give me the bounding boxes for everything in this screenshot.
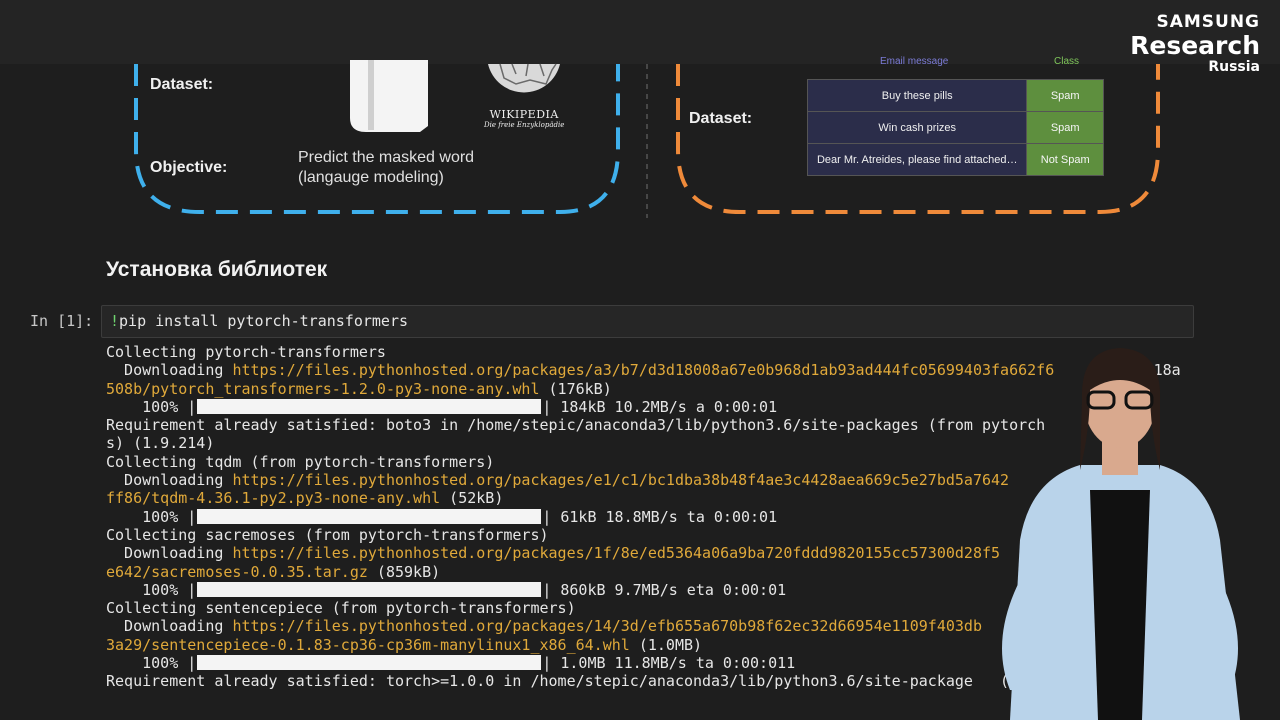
dataset-label-right: Dataset: [689, 110, 753, 127]
message-cell: Win cash prizes [806, 111, 1028, 144]
package-link[interactable]: 3a29/sentencepiece-0.1.83-cp36-cp36m-man… [106, 636, 630, 654]
section-heading: Установка библиотек [106, 258, 328, 281]
dataset-label-left: Dataset: [150, 76, 214, 93]
presenter-image [1002, 348, 1240, 720]
package-link[interactable]: 508b/pytorch_transformers-1.2.0-py3-none… [106, 380, 539, 398]
objective-text: Predict the masked word (langauge modeli… [298, 149, 475, 186]
package-link[interactable]: https://files.pythonhosted.org/packages/… [232, 361, 1054, 379]
progress-bar [197, 508, 542, 524]
class-cell: Spam [1026, 79, 1104, 112]
message-cell: Dear Mr. Atreides, please find attached… [806, 143, 1028, 176]
progress-bar [197, 581, 542, 597]
code-cell[interactable]: !pip install pytorch-transformers [101, 305, 1194, 338]
message-cell: Buy these pills [806, 79, 1028, 112]
progress-bar [197, 655, 542, 671]
class-header: Class [1054, 56, 1080, 67]
code-cell-input[interactable]: !pip install pytorch-transformers [110, 312, 408, 330]
wikipedia-logo: WIKIPEDIA Die freie Enzyklopädie [484, 108, 565, 129]
class-cell: Spam [1026, 111, 1104, 144]
package-link[interactable]: e642/sacremoses-0.0.35.tar.gz [106, 563, 368, 581]
table-row: Buy these pills Spam [806, 79, 1104, 112]
package-link[interactable]: https://files.pythonhosted.org/packages/… [232, 544, 1000, 562]
package-link[interactable]: https://files.pythonhosted.org/packages/… [232, 471, 1009, 489]
book-icon [350, 60, 428, 132]
table-row: Win cash prizes Spam [806, 111, 1104, 144]
cell-prompt: In [1]: [30, 312, 94, 330]
class-cell: Not Spam [1026, 143, 1104, 176]
package-link[interactable]: https://files.pythonhosted.org/packages/… [232, 617, 982, 635]
package-link[interactable]: ff86/tqdm-4.36.1-py2.py3-none-any.whl [106, 489, 440, 507]
wikipedia-globe-icon [488, 63, 560, 93]
progress-bar [197, 398, 542, 414]
email-message-header: Email message [880, 56, 949, 67]
objective-label: Objective: [150, 159, 228, 176]
spam-example-table: Buy these pills Spam Win cash prizes Spa… [806, 79, 1104, 176]
table-row: Dear Mr. Atreides, please find attached…… [806, 143, 1104, 176]
